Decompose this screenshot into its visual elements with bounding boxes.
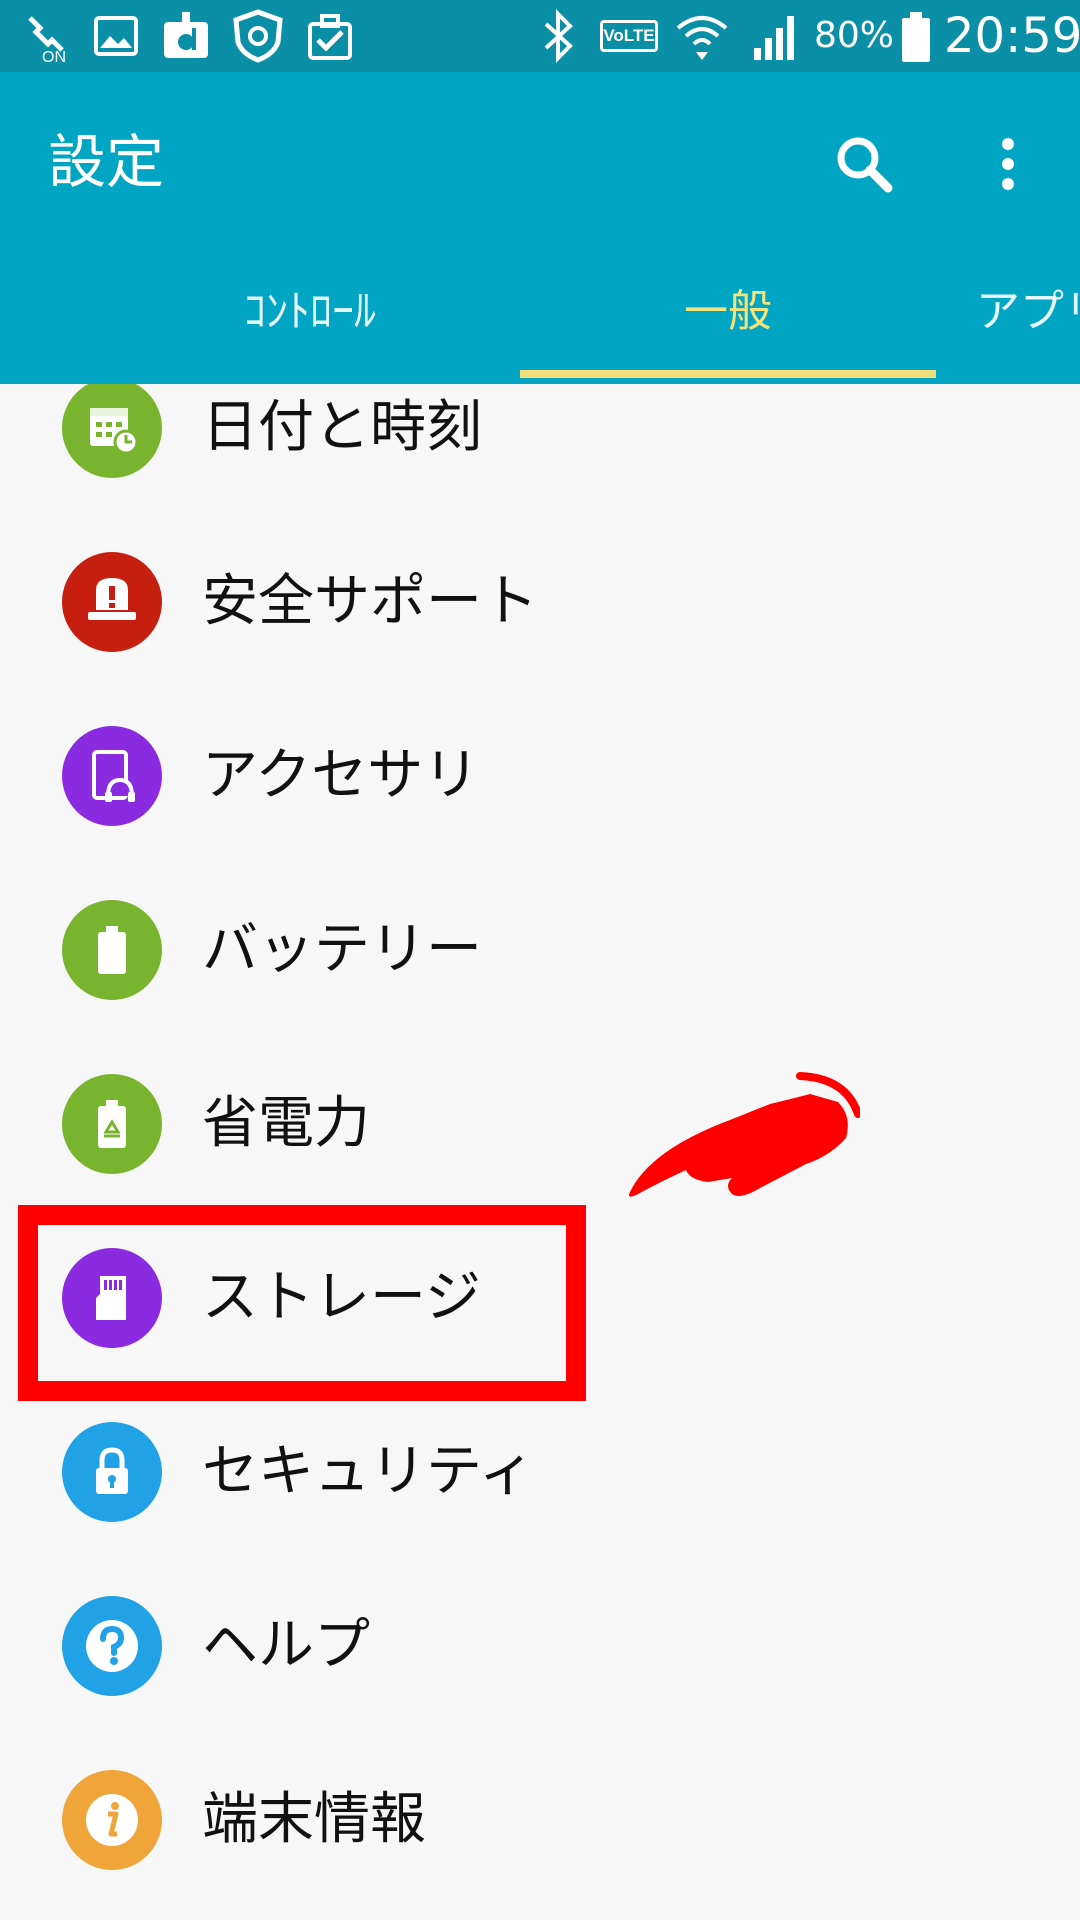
list-item-label: セキュリティ [202,1439,535,1504]
list-item-label: 安全サポート [202,569,538,634]
list-item-help[interactable]: ヘルプ [0,1558,1080,1732]
tab-apps[interactable]: アプリ [936,262,1080,362]
battery-recycle-icon [62,1074,162,1174]
list-item-safety-support[interactable]: 安全サポート [0,514,1080,688]
battery-icon [62,900,162,1000]
signal-on-icon: ON [28,16,66,64]
svg-text:ON: ON [42,49,66,64]
more-vert-icon [1002,138,1014,190]
list-item-date-time[interactable]: 日付と時刻 [0,384,1080,514]
search-icon [837,137,893,193]
settings-list: 日付と時刻 安全サポート アクセサリ バッテリー 省電力 ストレージ セキュリテ… [0,384,1080,1920]
clock: 20:59 [944,8,1080,64]
list-item-accessory[interactable]: アクセサリ [0,688,1080,862]
active-tab-indicator [520,370,936,378]
search-button[interactable] [816,116,912,212]
lock-icon [62,1422,162,1522]
list-item-label: 日付と時刻 [202,395,482,460]
docomo-icon [164,12,208,58]
tab-general[interactable]: 一般 [520,262,936,362]
info-icon [62,1770,162,1870]
list-item-security[interactable]: セキュリティ [0,1384,1080,1558]
calendar-clock-icon [62,384,162,478]
wifi-icon [676,16,728,60]
help-icon [62,1596,162,1696]
list-item-label: アクセサリ [202,743,480,808]
list-item-label: 省電力 [202,1091,370,1156]
cell-signal-icon [754,16,794,60]
volte-icon: VoLTE [600,20,658,52]
list-item-label: バッテリー [202,917,482,982]
app-bar: 設定 ｺﾝﾄﾛｰﾙ 一般 アプリ [0,72,1080,384]
volte-label: VoLTE [603,26,655,45]
more-options-button[interactable] [960,116,1056,212]
list-item-power-saving[interactable]: 省電力 [0,1036,1080,1210]
clipboard-check-icon [308,14,352,60]
battery-icon [902,12,930,62]
shield-icon [233,9,283,63]
list-item-battery[interactable]: バッテリー [0,862,1080,1036]
bluetooth-icon [544,9,573,63]
image-icon [94,16,138,56]
highlight-box [18,1205,586,1401]
battery-percent: 80% [814,15,895,56]
status-bar: ON VoLTE 80% 20:59 [0,0,1080,72]
alarm-light-icon [62,552,162,652]
pointing-hand-icon [629,1072,860,1197]
page-title: 設定 [48,128,165,196]
accessory-headset-icon [62,726,162,826]
list-item-device-info[interactable]: 端末情報 [0,1732,1080,1906]
list-item-label: 端末情報 [202,1787,426,1852]
tab-control[interactable]: ｺﾝﾄﾛｰﾙ [100,262,520,362]
list-item-label: ヘルプ [202,1613,370,1678]
